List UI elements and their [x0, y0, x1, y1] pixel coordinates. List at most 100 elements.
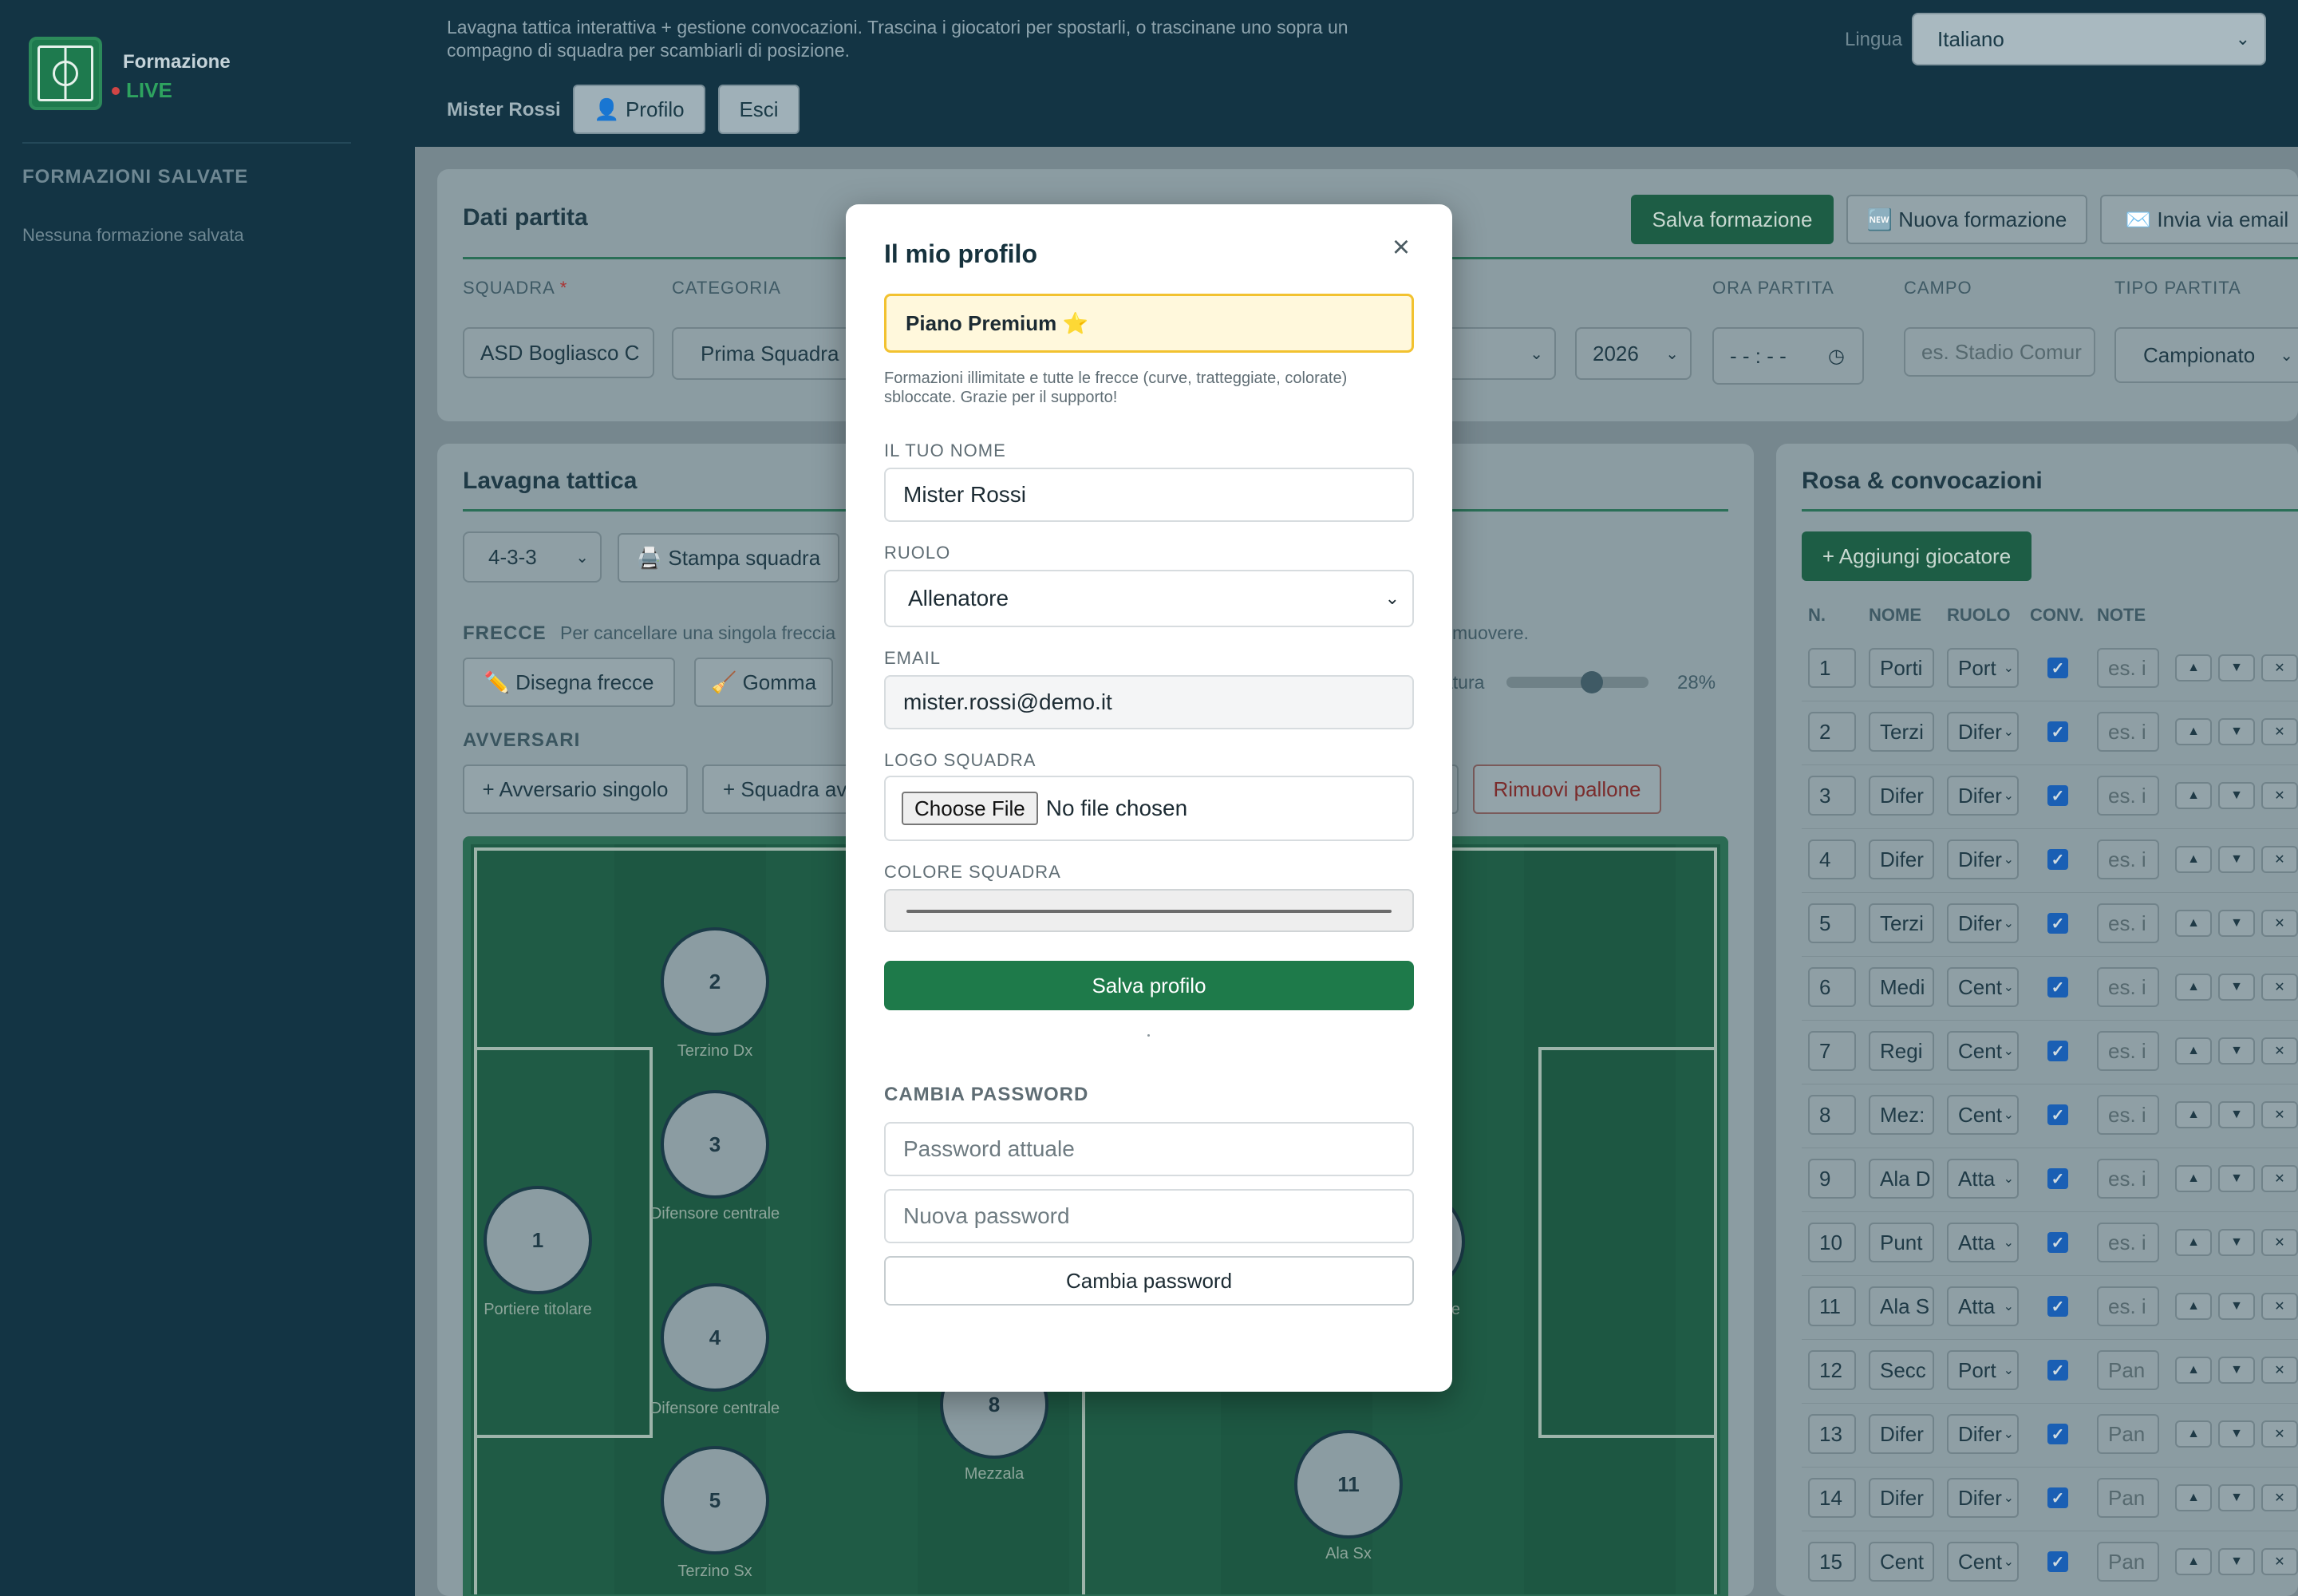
new-password-input[interactable]: Nuova password: [884, 1189, 1414, 1243]
roster-called-checkbox[interactable]: ✓: [2047, 977, 2068, 998]
player-token[interactable]: 4: [661, 1283, 769, 1392]
profile-button[interactable]: 👤 Profilo: [573, 85, 705, 134]
roster-name-input[interactable]: Medi: [1869, 967, 1934, 1007]
roster-number-input[interactable]: 10: [1808, 1223, 1856, 1262]
roster-number-input[interactable]: 13: [1808, 1414, 1856, 1454]
roster-notes-input[interactable]: es. i: [2097, 1223, 2159, 1262]
move-up-button[interactable]: ▲: [2175, 1165, 2212, 1192]
change-password-button[interactable]: Cambia password: [884, 1256, 1414, 1306]
roster-role-select[interactable]: Difer ⌄: [1947, 712, 2019, 752]
move-down-button[interactable]: ▼: [2218, 974, 2255, 1001]
remove-player-button[interactable]: ✕: [2261, 1548, 2298, 1575]
roster-called-checkbox[interactable]: ✓: [2047, 849, 2068, 870]
roster-name-input[interactable]: Mez:: [1869, 1095, 1934, 1135]
remove-player-button[interactable]: ✕: [2261, 974, 2298, 1001]
roster-called-checkbox[interactable]: ✓: [2047, 1232, 2068, 1253]
roster-role-select[interactable]: Cent ⌄: [1947, 967, 2019, 1007]
send-email-button[interactable]: ✉️ Invia via email: [2100, 195, 2298, 244]
roster-role-select[interactable]: Cent ⌄: [1947, 1031, 2019, 1071]
roster-number-input[interactable]: 7: [1808, 1031, 1856, 1071]
remove-player-button[interactable]: ✕: [2261, 910, 2298, 937]
move-down-button[interactable]: ▼: [2218, 1229, 2255, 1256]
roster-notes-input[interactable]: es. i: [2097, 967, 2159, 1007]
remove-player-button[interactable]: ✕: [2261, 1420, 2298, 1448]
roster-notes-input[interactable]: Pan: [2097, 1542, 2159, 1582]
move-down-button[interactable]: ▼: [2218, 1420, 2255, 1448]
player-token[interactable]: 1: [484, 1186, 592, 1294]
roster-called-checkbox[interactable]: ✓: [2047, 913, 2068, 934]
roster-notes-input[interactable]: es. i: [2097, 903, 2159, 943]
remove-player-button[interactable]: ✕: [2261, 1229, 2298, 1256]
roster-number-input[interactable]: 4: [1808, 839, 1856, 879]
move-up-button[interactable]: ▲: [2175, 974, 2212, 1001]
new-formation-button[interactable]: 🆕 Nuova formazione: [1846, 195, 2087, 244]
move-up-button[interactable]: ▲: [2175, 1293, 2212, 1320]
roster-role-select[interactable]: Atta ⌄: [1947, 1159, 2019, 1199]
move-down-button[interactable]: ▼: [2218, 1293, 2255, 1320]
remove-player-button[interactable]: ✕: [2261, 1101, 2298, 1128]
roster-notes-input[interactable]: es. i: [2097, 712, 2159, 752]
roster-name-input[interactable]: Difer: [1869, 776, 1934, 816]
slider-handle[interactable]: [1580, 671, 1603, 693]
remove-ball-button[interactable]: Rimuovi pallone: [1473, 764, 1661, 814]
roster-name-input[interactable]: Terzi: [1869, 712, 1934, 752]
formation-select[interactable]: 4-3-3 ⌄: [463, 531, 602, 583]
roster-called-checkbox[interactable]: ✓: [2047, 1551, 2068, 1572]
move-down-button[interactable]: ▼: [2218, 1357, 2255, 1384]
roster-number-input[interactable]: 12: [1808, 1350, 1856, 1390]
roster-name-input[interactable]: Porti: [1869, 648, 1934, 688]
add-opponent-team-button[interactable]: + Squadra av: [702, 764, 862, 814]
name-input[interactable]: Mister Rossi: [884, 468, 1414, 522]
roster-notes-input[interactable]: es. i: [2097, 648, 2159, 688]
move-down-button[interactable]: ▼: [2218, 1165, 2255, 1192]
roster-called-checkbox[interactable]: ✓: [2047, 658, 2068, 678]
move-up-button[interactable]: ▲: [2175, 654, 2212, 681]
remove-player-button[interactable]: ✕: [2261, 654, 2298, 681]
choose-file-button[interactable]: Choose File: [902, 792, 1038, 825]
roster-called-checkbox[interactable]: ✓: [2047, 1104, 2068, 1125]
move-down-button[interactable]: ▼: [2218, 910, 2255, 937]
roster-called-checkbox[interactable]: ✓: [2047, 1041, 2068, 1061]
roster-role-select[interactable]: Difer ⌄: [1947, 839, 2019, 879]
roster-number-input[interactable]: 1: [1808, 648, 1856, 688]
move-up-button[interactable]: ▲: [2175, 718, 2212, 745]
email-field[interactable]: mister.rossi@demo.it: [884, 675, 1414, 729]
remove-player-button[interactable]: ✕: [2261, 718, 2298, 745]
roster-name-input[interactable]: Terzi: [1869, 903, 1934, 943]
current-password-input[interactable]: Password attuale: [884, 1122, 1414, 1176]
remove-player-button[interactable]: ✕: [2261, 1484, 2298, 1511]
roster-called-checkbox[interactable]: ✓: [2047, 721, 2068, 742]
roster-number-input[interactable]: 15: [1808, 1542, 1856, 1582]
remove-player-button[interactable]: ✕: [2261, 1293, 2298, 1320]
move-up-button[interactable]: ▲: [2175, 1420, 2212, 1448]
roster-name-input[interactable]: Cent: [1869, 1542, 1934, 1582]
roster-notes-input[interactable]: Pan: [2097, 1414, 2159, 1454]
roster-called-checkbox[interactable]: ✓: [2047, 1168, 2068, 1189]
roster-called-checkbox[interactable]: ✓: [2047, 1487, 2068, 1508]
roster-notes-input[interactable]: es. i: [2097, 776, 2159, 816]
roster-called-checkbox[interactable]: ✓: [2047, 785, 2068, 806]
roster-number-input[interactable]: 5: [1808, 903, 1856, 943]
roster-name-input[interactable]: Difer: [1869, 1414, 1934, 1454]
move-up-button[interactable]: ▲: [2175, 1548, 2212, 1575]
move-up-button[interactable]: ▲: [2175, 1037, 2212, 1065]
remove-player-button[interactable]: ✕: [2261, 1037, 2298, 1065]
role-select[interactable]: Allenatore ⌄: [884, 570, 1414, 627]
roster-role-select[interactable]: Difer ⌄: [1947, 1414, 2019, 1454]
roster-notes-input[interactable]: es. i: [2097, 1031, 2159, 1071]
move-down-button[interactable]: ▼: [2218, 654, 2255, 681]
roster-name-input[interactable]: Difer: [1869, 839, 1934, 879]
roster-notes-input[interactable]: es. i: [2097, 1159, 2159, 1199]
roster-called-checkbox[interactable]: ✓: [2047, 1360, 2068, 1381]
roster-notes-input[interactable]: es. i: [2097, 1095, 2159, 1135]
roster-called-checkbox[interactable]: ✓: [2047, 1296, 2068, 1317]
add-single-opponent-button[interactable]: + Avversario singolo: [463, 764, 688, 814]
roster-role-select[interactable]: Difer ⌄: [1947, 776, 2019, 816]
roster-number-input[interactable]: 6: [1808, 967, 1856, 1007]
venue-input[interactable]: es. Stadio Comur: [1904, 327, 2095, 377]
move-up-button[interactable]: ▲: [2175, 1484, 2212, 1511]
category-select[interactable]: Prima Squadra: [672, 327, 863, 380]
move-up-button[interactable]: ▲: [2175, 1357, 2212, 1384]
player-token[interactable]: 5: [661, 1446, 769, 1555]
remove-player-button[interactable]: ✕: [2261, 1357, 2298, 1384]
